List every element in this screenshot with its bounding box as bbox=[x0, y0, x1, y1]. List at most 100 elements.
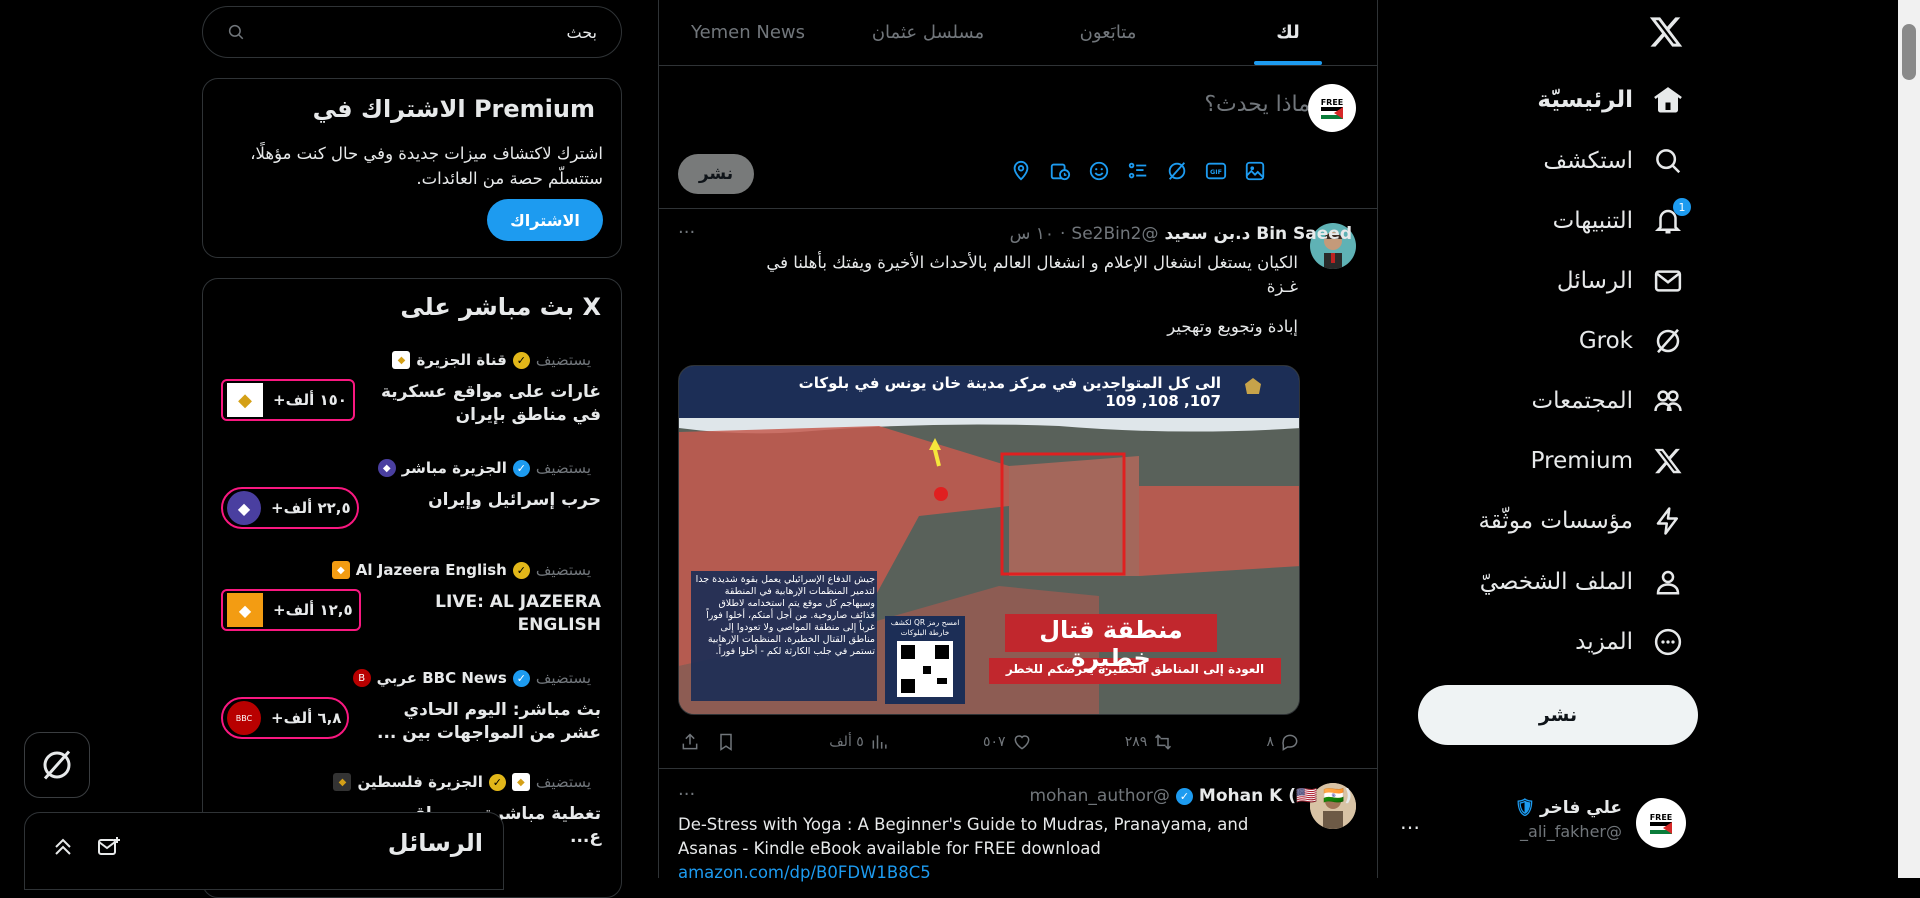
location-icon[interactable] bbox=[1010, 160, 1032, 182]
new-message-button[interactable] bbox=[97, 835, 121, 863]
live-on-x-card: X بث مباشر على يستضيف ✓ قناة الجزيرة ◆ غ… bbox=[202, 278, 622, 898]
verified-badge-icon: ✓ bbox=[512, 669, 530, 687]
tweet-author-name[interactable]: Mohan K (🇺🇸 🇮🇳) bbox=[1199, 786, 1352, 806]
nav-verified-orgs[interactable]: مؤسسات موثّقة bbox=[1478, 495, 1685, 547]
search-bar[interactable]: بحث bbox=[202, 6, 622, 58]
nav-home-label: الرئيسيّة bbox=[1537, 87, 1633, 113]
nav-grok[interactable]: Grok bbox=[1579, 315, 1685, 367]
nav-home[interactable]: الرئيسيّة bbox=[1537, 74, 1685, 126]
live-item-title[interactable]: حرب إسرائيل وإيران bbox=[371, 489, 601, 512]
account-more-button[interactable]: … bbox=[1400, 810, 1420, 834]
bookmark-icon bbox=[720, 733, 732, 751]
tweet-author-handle[interactable]: @Se2Bin2 bbox=[1071, 224, 1158, 244]
grok-floating-button[interactable] bbox=[24, 732, 90, 798]
live-listeners-pill[interactable]: ◆ +٢٢,٥ ألف bbox=[221, 487, 359, 529]
account-avatar[interactable]: FREE bbox=[1636, 798, 1686, 848]
page-scrollbar[interactable] bbox=[1898, 0, 1920, 878]
nav-profile-label: الملف الشخصيّ bbox=[1479, 569, 1633, 595]
x-logo[interactable] bbox=[1648, 14, 1688, 54]
search-icon bbox=[1651, 144, 1685, 178]
live-item-host: يستضيف ✓ BBC News عربي B bbox=[352, 669, 591, 687]
scrollbar-thumb[interactable] bbox=[1902, 24, 1916, 80]
nav-premium[interactable]: Premium bbox=[1531, 435, 1685, 487]
live-item-title[interactable]: غارات على مواقع عسكرية في مناطق بإيران bbox=[371, 381, 601, 427]
nav-explore[interactable]: استكشف bbox=[1543, 135, 1685, 187]
image-icon[interactable] bbox=[1244, 160, 1266, 182]
grok-icon bbox=[43, 750, 71, 780]
nav-more[interactable]: المزيد bbox=[1575, 616, 1685, 668]
gif-icon[interactable]: GIF bbox=[1205, 160, 1227, 182]
schedule-icon[interactable] bbox=[1049, 160, 1071, 182]
notification-badge: 1 bbox=[1673, 198, 1691, 216]
reply-icon bbox=[1282, 734, 1298, 751]
views-icon bbox=[872, 735, 887, 749]
tweet-author-handle[interactable]: @mohan_author bbox=[1029, 786, 1169, 806]
compose-post-button[interactable]: نشر bbox=[678, 154, 754, 194]
home-icon bbox=[1651, 83, 1685, 117]
live-listeners-pill[interactable]: BBC +٦,٨ ألف bbox=[221, 697, 350, 739]
tweet-more-button[interactable]: ··· bbox=[678, 222, 695, 243]
media-banner-sub: العودة إلى المناطق الخطيرة يعرضكم للخطر bbox=[1005, 662, 1265, 676]
tweet-more-button[interactable]: ··· bbox=[678, 784, 695, 805]
tweet-media-image[interactable]: الى كل المتواجدين في مركز مدينة خان يونس… bbox=[678, 365, 1300, 715]
media-header-text: الى كل المتواجدين في مركز مدينة خان يونس… bbox=[798, 374, 1221, 392]
live-listeners-pill[interactable]: ◆ +١٥٠ ألف bbox=[221, 379, 355, 421]
tweet-link[interactable]: amazon.com/dp/B0FDW1B8C5 bbox=[678, 863, 931, 882]
verified-badge-icon: ✓ bbox=[512, 351, 530, 369]
verified-badge-icon: ✓ bbox=[1175, 787, 1193, 805]
divider bbox=[658, 208, 1378, 209]
lightning-icon bbox=[1651, 504, 1685, 538]
account-info[interactable]: علي فاخر 🛡 @ali_fakher_ bbox=[1514, 798, 1622, 841]
tweet-author-name[interactable]: Bin Saeed د.بن سعيد bbox=[1164, 224, 1352, 244]
verified-badge-icon: ✓ bbox=[512, 561, 530, 579]
verified-badge-icon: ✓ bbox=[488, 773, 506, 791]
search-input[interactable]: بحث bbox=[257, 23, 598, 42]
live-count: +٦,٨ ألف bbox=[271, 709, 342, 727]
verified-badge-icon: ✓ bbox=[512, 459, 530, 477]
aljazeera-logo-icon: ◆ bbox=[227, 383, 263, 417]
bookmark-button[interactable] bbox=[716, 732, 736, 752]
live-item-title[interactable]: LIVE: AL JAZEERA ENGLISH bbox=[371, 591, 601, 637]
grok-icon[interactable] bbox=[1166, 160, 1188, 182]
subscribe-button[interactable]: الاشتراك bbox=[487, 199, 603, 241]
nav-notifications[interactable]: 1 التنبيهات bbox=[1553, 195, 1691, 247]
tab-osman-series[interactable]: مسلسل عثمان bbox=[838, 0, 1018, 65]
tweet-time[interactable]: ١٠ س bbox=[1010, 224, 1054, 244]
tweet-text: De-Stress with Yoga : A Beginner's Guide… bbox=[678, 813, 1298, 885]
nav-communities[interactable]: المجتمعات bbox=[1531, 375, 1685, 427]
compose-input[interactable]: ماذا يحدث؟ bbox=[1204, 92, 1310, 117]
share-button[interactable] bbox=[680, 732, 700, 752]
host-name[interactable]: الجزيرة فلسطين bbox=[357, 773, 482, 791]
reply-count: ٨ bbox=[1266, 734, 1274, 750]
tab-for-you[interactable]: لك bbox=[1198, 0, 1378, 65]
tab-following[interactable]: متابَعون bbox=[1018, 0, 1198, 65]
nav-profile[interactable]: الملف الشخصيّ bbox=[1480, 556, 1685, 608]
like-button[interactable]: ٥٠٧ bbox=[983, 732, 1032, 752]
tab-yemen-news[interactable]: Yemen News bbox=[658, 0, 838, 65]
host-name[interactable]: قناة الجزيرة bbox=[416, 351, 506, 369]
host-name[interactable]: BBC News عربي bbox=[377, 669, 507, 687]
live-item-title[interactable]: بث مباشر: اليوم الحادي عشر من المواجهات … bbox=[371, 699, 601, 745]
host-label: يستضيف bbox=[535, 561, 591, 579]
expand-drawer-button[interactable] bbox=[51, 835, 75, 863]
poll-icon[interactable] bbox=[1127, 160, 1149, 182]
host-label: يستضيف bbox=[535, 459, 591, 477]
post-button[interactable]: نشر bbox=[1418, 685, 1698, 745]
shield-icon: 🛡 bbox=[1514, 798, 1536, 818]
emoji-icon[interactable] bbox=[1088, 160, 1110, 182]
messages-drawer[interactable]: الرسائل bbox=[24, 812, 504, 890]
compose-avatar[interactable]: FREE bbox=[1308, 84, 1356, 132]
aljazeera-mubasher-logo-icon: ◆ bbox=[377, 459, 396, 477]
live-listeners-pill[interactable]: ◆ +١٢,٥ ألف bbox=[221, 589, 361, 631]
reply-button[interactable]: ٨ bbox=[1266, 732, 1300, 752]
person-icon bbox=[1651, 565, 1685, 599]
host-name[interactable]: Al Jazeera English bbox=[356, 561, 507, 579]
account-handle: @ali_fakher_ bbox=[1520, 822, 1622, 841]
views-button[interactable]: ٥ ألف bbox=[829, 732, 890, 752]
retweet-button[interactable]: ٢٨٩ bbox=[1125, 732, 1174, 752]
aljazeera-palestine-logo-icon: ◆ bbox=[333, 773, 352, 791]
host-name[interactable]: الجزيرة مباشر bbox=[402, 459, 507, 477]
nav-communities-label: المجتمعات bbox=[1531, 388, 1633, 414]
nav-messages[interactable]: الرسائل bbox=[1557, 255, 1685, 307]
tab-label: مسلسل عثمان bbox=[871, 22, 985, 43]
